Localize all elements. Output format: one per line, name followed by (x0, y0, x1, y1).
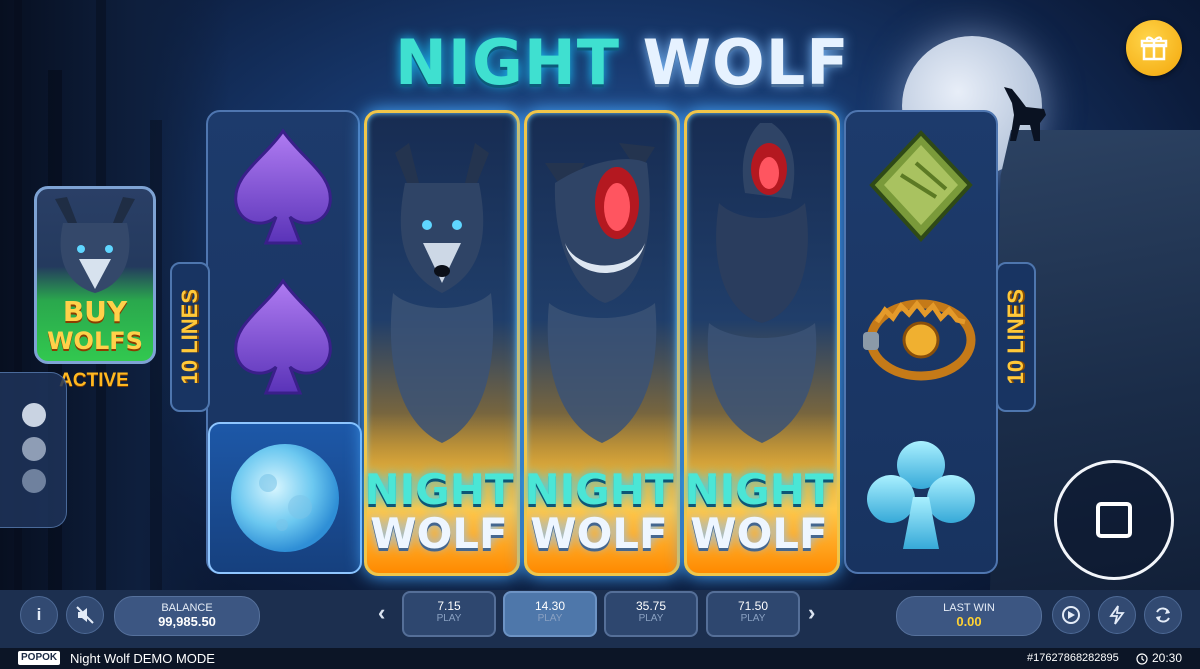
bet-option[interactable]: 71.50 PLAY (706, 591, 800, 637)
stop-button[interactable] (1054, 460, 1174, 580)
reel-4-label: NIGHT WOLF (684, 465, 834, 558)
gift-icon (1140, 36, 1168, 61)
spade-icon (234, 278, 332, 395)
bear-trap-icon (863, 299, 976, 381)
balance-value: 99,985.50 (158, 614, 216, 629)
last-win-label: LAST WIN (943, 602, 995, 614)
spade-symbol (208, 112, 358, 262)
reel-5 (844, 110, 998, 574)
mute-button[interactable] (66, 596, 104, 634)
wolf-portrait-icon (55, 197, 135, 293)
bear-trap-symbol (846, 262, 996, 412)
gift-button[interactable] (1126, 20, 1182, 76)
wolf-calm-icon (390, 143, 494, 443)
side-menu[interactable] (0, 372, 67, 528)
refresh-icon (1156, 607, 1170, 623)
moon-icon (231, 444, 339, 552)
bet-next-button[interactable]: › (808, 600, 815, 626)
spade-icon (234, 128, 332, 245)
footer-bar: POPOK Night Wolf DEMO MODE #176278682828… (0, 648, 1200, 669)
reel-1 (206, 110, 362, 574)
wolf-howl-icon (545, 143, 657, 443)
page-dot-2[interactable] (22, 437, 46, 461)
bet-prev-button[interactable]: ‹ (378, 600, 385, 626)
game-mode-label: Night Wolf DEMO MODE (70, 651, 215, 666)
title-wolf: WOLF (642, 26, 850, 99)
clock-time: 20:30 (1152, 651, 1183, 665)
buy-label: BUY (62, 295, 128, 328)
game-title: NIGHT WOLF (395, 26, 849, 99)
balance-display: BALANCE 99,985.50 (114, 596, 260, 636)
full-moon-symbol (208, 422, 362, 574)
howling-wolf-silhouette (1004, 87, 1046, 141)
page-dot-3[interactable] (22, 469, 46, 493)
emerald-symbol (846, 112, 996, 262)
spin-button[interactable] (1144, 596, 1182, 634)
brand-logo: POPOK (18, 651, 61, 665)
last-win-display: LAST WIN 0.00 (896, 596, 1042, 636)
balance-label: BALANCE (161, 602, 213, 614)
round-id: #17627868282895 (1027, 652, 1119, 664)
speaker-muted-icon (76, 606, 94, 624)
info-button[interactable]: i (20, 596, 58, 634)
page-dot-1[interactable] (22, 403, 46, 427)
autoplay-button[interactable] (1052, 596, 1090, 634)
reel-2-label: NIGHT WOLF (364, 465, 514, 558)
paylines-indicator-right: 10 LINES (996, 262, 1036, 412)
turbo-button[interactable] (1098, 596, 1136, 634)
clock-icon (1136, 653, 1148, 665)
bet-option-selected[interactable]: 14.30 PLAY (503, 591, 597, 637)
bet-option[interactable]: 35.75 PLAY (604, 591, 698, 637)
spade-symbol (208, 262, 358, 412)
title-night: NIGHT (395, 26, 621, 99)
reel-3-label: NIGHT WOLF (524, 465, 674, 558)
buy-wolfs-button[interactable]: BUY WOLFS (34, 186, 156, 364)
wolf-howl-icon (707, 123, 817, 443)
autoplay-icon (1062, 606, 1080, 624)
info-icon: i (36, 605, 42, 624)
stop-icon (1096, 502, 1132, 538)
ice-club-symbol (846, 420, 996, 570)
last-win-value: 0.00 (956, 614, 982, 629)
club-icon (867, 441, 975, 549)
lightning-icon (1109, 605, 1125, 625)
wolfs-label: WOLFS (47, 327, 143, 355)
game-scene: NIGHT WOLF NIGHT WOLF NIGHT WOLF NIGHT W… (0, 0, 1200, 590)
bet-option[interactable]: 7.15 PLAY (402, 591, 496, 637)
paylines-indicator-left: 10 LINES (170, 262, 210, 412)
emerald-diamond-icon (869, 130, 973, 242)
